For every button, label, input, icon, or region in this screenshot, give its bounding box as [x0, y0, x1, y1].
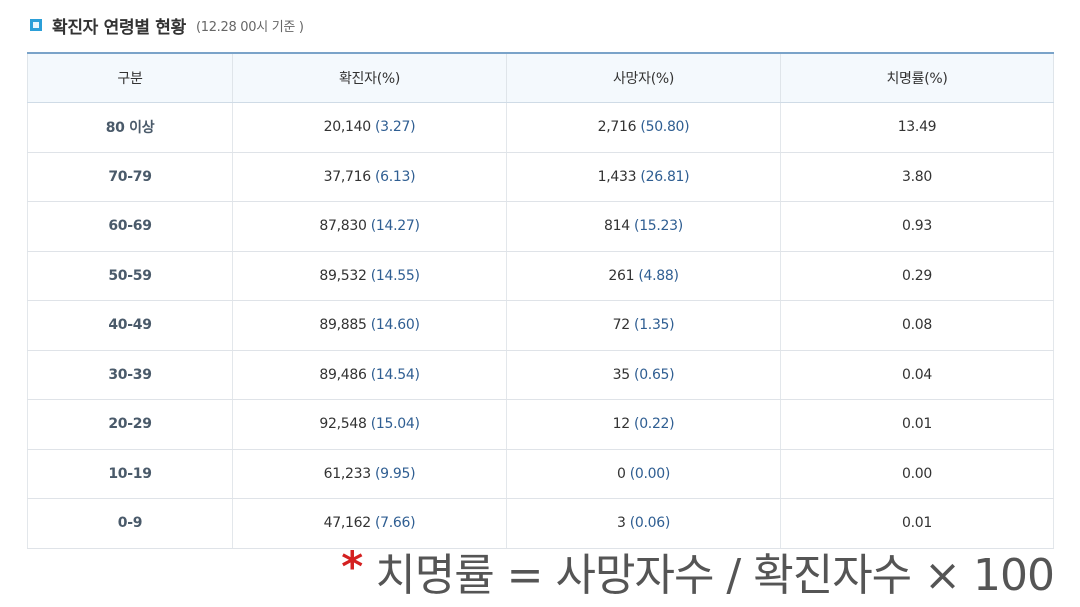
section-date-note: (12.28 00시 기준 ): [195, 19, 304, 35]
fatality-rate-cell: 0.93: [780, 201, 1054, 252]
age-group-cell: 60-69: [27, 201, 233, 252]
age-group-cell: 80 이상: [27, 102, 233, 153]
deaths-percent: (15.23): [634, 218, 683, 235]
confirmed-count: 87,830: [319, 218, 367, 235]
deaths-count: 12: [612, 416, 631, 433]
table-row: 10-19 61,233 (9.95) 0 (0.00) 0.00: [27, 449, 1054, 499]
deaths-percent: (0.06): [629, 515, 671, 532]
fatality-rate-cell: 0.00: [780, 449, 1054, 499]
fatality-rate-cell: 0.04: [780, 350, 1054, 400]
deaths-count: 72: [612, 317, 631, 334]
confirmed-cell: 89,885 (14.60): [232, 300, 507, 351]
confirmed-cell: 89,532 (14.55): [232, 251, 507, 301]
section-title: 확진자 연령별 현황: [52, 17, 186, 38]
deaths-count: 35: [612, 366, 631, 383]
confirmed-count: 37,716: [323, 168, 371, 185]
column-header-confirmed: 확진자(%): [232, 53, 507, 103]
table-row: 30-39 89,486 (14.54) 35 (0.65) 0.04: [27, 350, 1054, 400]
confirmed-count: 47,162: [323, 515, 371, 532]
table-row: 60-69 87,830 (14.27) 814 (15.23) 0.93: [27, 201, 1054, 252]
age-group-cell: 10-19: [27, 449, 233, 499]
table-row: 20-29 92,548 (15.04) 12 (0.22) 0.01: [27, 399, 1054, 450]
deaths-percent: (0.00): [629, 465, 671, 482]
confirmed-percent: (15.04): [370, 416, 420, 433]
deaths-cell: 0 (0.00): [506, 449, 781, 499]
deaths-cell: 72 (1.35): [506, 300, 781, 351]
confirmed-percent: (14.27): [370, 218, 420, 235]
confirmed-percent: (14.54): [370, 366, 420, 383]
deaths-count: 814: [604, 218, 630, 235]
deaths-cell: 261 (4.88): [506, 251, 781, 301]
confirmed-count: 61,233: [323, 465, 371, 482]
confirmed-percent: (7.66): [375, 515, 416, 532]
age-group-cell: 0-9: [27, 498, 233, 549]
confirmed-count: 89,486: [319, 366, 367, 383]
confirmed-cell: 89,486 (14.54): [232, 350, 507, 400]
deaths-count: 2,716: [597, 119, 637, 136]
asterisk-mark: *: [341, 542, 364, 591]
column-header-category: 구분: [27, 53, 233, 103]
confirmed-percent: (14.60): [370, 317, 420, 334]
deaths-percent: (26.81): [640, 168, 690, 185]
fatality-rate-cell: 0.01: [780, 399, 1054, 450]
section-header: 확진자 연령별 현황 (12.28 00시 기준 ): [30, 12, 304, 38]
formula-text: 치명률 = 사망자수 / 확진자수 × 100: [375, 550, 1055, 601]
confirmed-percent: (6.13): [375, 168, 416, 185]
deaths-cell: 2,716 (50.80): [506, 102, 781, 153]
deaths-cell: 814 (15.23): [506, 201, 781, 252]
deaths-percent: (0.22): [634, 416, 675, 433]
fatality-rate-cell: 0.08: [780, 300, 1054, 351]
age-group-cell: 40-49: [27, 300, 233, 351]
deaths-count: 3: [616, 515, 626, 532]
confirmed-cell: 87,830 (14.27): [232, 201, 507, 252]
table-row: 80 이상 20,140 (3.27) 2,716 (50.80) 13.49: [27, 102, 1054, 153]
deaths-count: 1,433: [597, 168, 637, 185]
table-row: 70-79 37,716 (6.13) 1,433 (26.81) 3.80: [27, 152, 1054, 202]
confirmed-percent: (14.55): [370, 267, 420, 284]
confirmed-percent: (9.95): [375, 465, 416, 482]
column-header-fatality: 치명률(%): [780, 53, 1054, 103]
confirmed-cell: 20,140 (3.27): [232, 102, 507, 153]
confirmed-percent: (3.27): [375, 119, 416, 136]
square-bullet-icon: [30, 19, 42, 31]
deaths-cell: 35 (0.65): [506, 350, 781, 400]
age-group-cell: 30-39: [27, 350, 233, 400]
fatality-rate-cell: 13.49: [780, 102, 1054, 153]
confirmed-count: 89,532: [319, 267, 367, 284]
deaths-count: 261: [608, 267, 635, 284]
age-group-cell: 20-29: [27, 399, 233, 450]
table-body: 80 이상 20,140 (3.27) 2,716 (50.80) 13.49 70-7…: [27, 102, 1054, 549]
confirmed-count: 92,548: [319, 416, 367, 433]
deaths-percent: (1.35): [634, 317, 675, 334]
deaths-count: 0: [616, 465, 626, 482]
fatality-formula-note: * 치명률 = 사망자수 / 확진자수 × 100: [341, 538, 1055, 604]
deaths-percent: (0.65): [634, 366, 675, 383]
fatality-rate-cell: 3.80: [780, 152, 1054, 202]
confirmed-cell: 37,716 (6.13): [232, 152, 507, 202]
fatality-rate-cell: 0.29: [780, 251, 1054, 301]
deaths-percent: (4.88): [638, 267, 679, 284]
age-group-cell: 50-59: [27, 251, 233, 301]
age-group-cell: 70-79: [27, 152, 233, 202]
confirmed-cell: 61,233 (9.95): [232, 449, 507, 499]
table-row: 50-59 89,532 (14.55) 261 (4.88) 0.29: [27, 251, 1054, 301]
deaths-percent: (50.80): [640, 119, 690, 136]
age-stats-page: 확진자 연령별 현황 (12.28 00시 기준 ) 구분 확진자(%) 사망자…: [0, 0, 1080, 607]
deaths-cell: 1,433 (26.81): [506, 152, 781, 202]
age-stats-table: 구분 확진자(%) 사망자(%) 치명률(%) 80 이상 20,140 (3.2…: [27, 52, 1054, 549]
deaths-cell: 12 (0.22): [506, 399, 781, 450]
confirmed-cell: 92,548 (15.04): [232, 399, 507, 450]
confirmed-count: 20,140: [323, 119, 371, 136]
column-header-deaths: 사망자(%): [506, 53, 781, 103]
table-header-row: 구분 확진자(%) 사망자(%) 치명률(%): [27, 53, 1054, 103]
table-row: 40-49 89,885 (14.60) 72 (1.35) 0.08: [27, 300, 1054, 351]
confirmed-count: 89,885: [319, 317, 367, 334]
